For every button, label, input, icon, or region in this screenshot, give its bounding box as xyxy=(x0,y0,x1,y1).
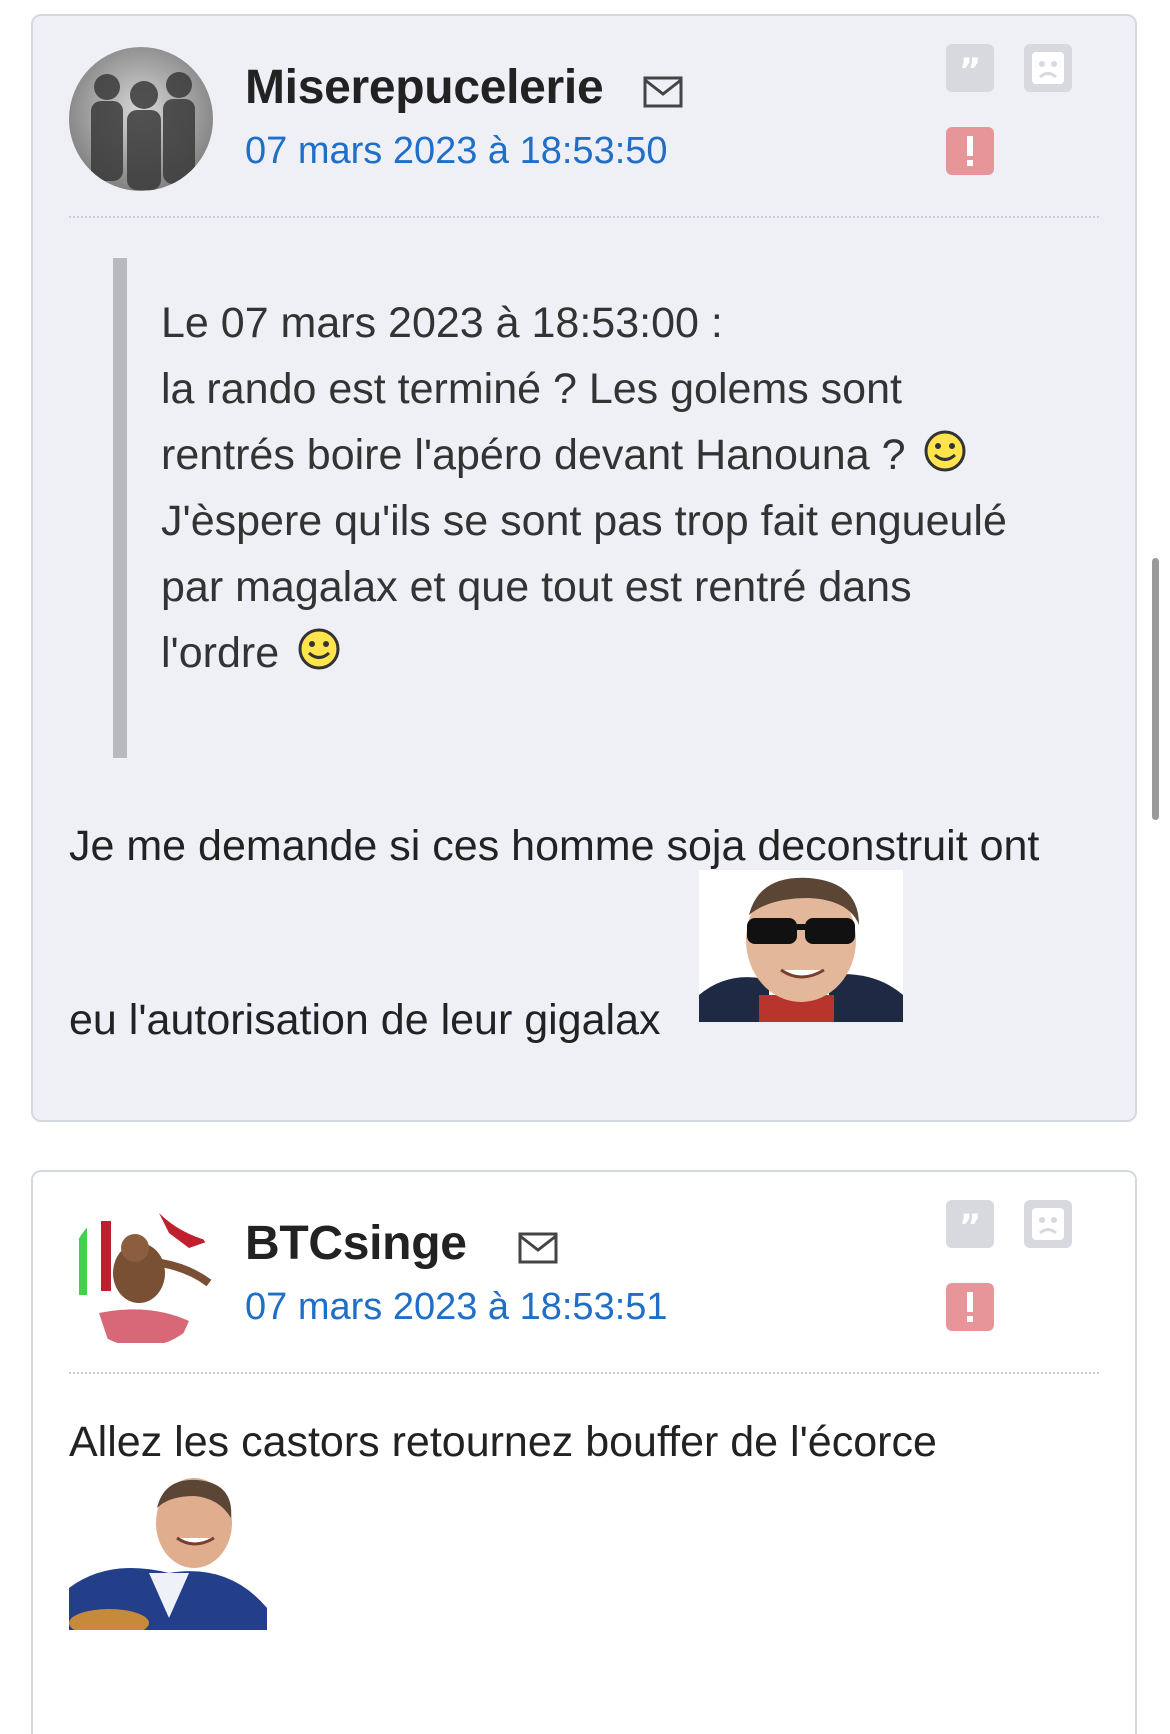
separator xyxy=(69,216,1099,218)
avatar[interactable] xyxy=(69,1203,213,1347)
message-text: eu l'autorisation de leur gigalax xyxy=(69,996,661,1044)
smiley-icon xyxy=(298,628,340,670)
quote-icon: ” xyxy=(959,1207,981,1247)
sticker-image[interactable] xyxy=(699,870,903,1022)
scrollbar[interactable] xyxy=(1152,558,1159,820)
author-name[interactable]: Miserepucelerie xyxy=(245,60,604,115)
message-text: Allez les castors retournez bouffer de l… xyxy=(69,1418,937,1466)
svg-text:”: ” xyxy=(959,51,981,91)
author-name[interactable]: BTCsinge xyxy=(245,1216,467,1271)
mail-icon[interactable] xyxy=(518,1232,558,1264)
quote-line: rentrés boire l'apéro devant Hanouna ? xyxy=(161,431,906,479)
quoted-message: Le 07 mars 2023 à 18:53:00 : la rando es… xyxy=(161,290,1081,686)
quote-button[interactable]: ” xyxy=(946,1200,994,1248)
quote-line: par magalax et que tout est rentré dans xyxy=(161,563,912,611)
svg-text:”: ” xyxy=(959,1207,981,1247)
quote-header: Le 07 mars 2023 à 18:53:00 : xyxy=(161,299,723,347)
forum-post: Miserepucelerie 07 mars 2023 à 18:53:50 … xyxy=(31,14,1137,1122)
sad-face-icon xyxy=(1032,52,1064,84)
post-date[interactable]: 07 mars 2023 à 18:53:51 xyxy=(245,1286,668,1329)
smiley-icon xyxy=(924,430,966,472)
quote-line: l'ordre xyxy=(161,629,280,677)
alert-icon xyxy=(967,1292,973,1322)
quote-line: J'èspere qu'ils se sont pas trop fait en… xyxy=(161,497,1007,545)
sad-button[interactable] xyxy=(1024,44,1072,92)
message-text: Je me demande si ces homme soja deconstr… xyxy=(69,822,1040,870)
quote-bar xyxy=(113,258,127,758)
sad-face-icon xyxy=(1032,1208,1064,1240)
quote-icon: ” xyxy=(959,51,981,91)
post-date[interactable]: 07 mars 2023 à 18:53:50 xyxy=(245,130,668,173)
quote-line: la rando est terminé ? Les golems sont xyxy=(161,365,902,413)
sticker-image[interactable] xyxy=(69,1478,267,1630)
quote-line-with-smiley: l'ordre xyxy=(161,620,1081,686)
sad-button[interactable] xyxy=(1024,1200,1072,1248)
quote-line-with-smiley: rentrés boire l'apéro devant Hanouna ? xyxy=(161,422,1081,488)
alert-icon xyxy=(967,136,973,166)
avatar[interactable] xyxy=(69,47,213,191)
quote-button[interactable]: ” xyxy=(946,44,994,92)
report-button[interactable] xyxy=(946,127,994,175)
mail-icon[interactable] xyxy=(643,76,683,108)
separator xyxy=(69,1372,1099,1374)
report-button[interactable] xyxy=(946,1283,994,1331)
forum-post: BTCsinge 07 mars 2023 à 18:53:51 ” Allez… xyxy=(31,1170,1137,1734)
